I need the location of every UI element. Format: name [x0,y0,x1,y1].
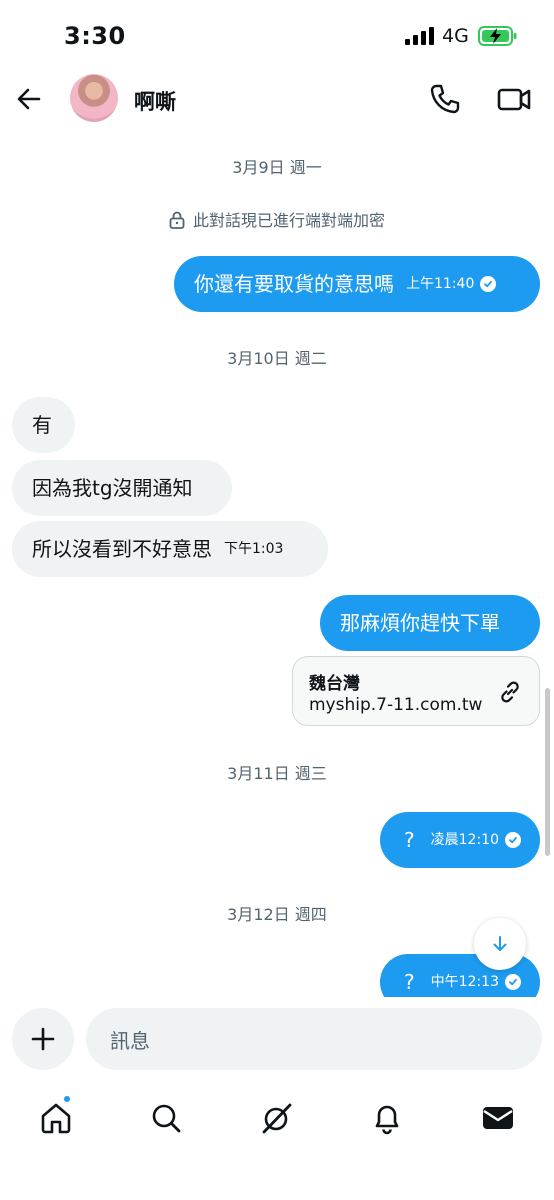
back-arrow-icon [17,88,41,110]
plus-icon [31,1027,55,1051]
lock-icon [169,211,185,229]
date-separator: 3月10日 週二 [227,349,327,368]
battery-charging-icon [478,26,517,46]
phone-icon[interactable] [428,82,462,116]
link-url: myship.7-11.com.tw [309,695,483,715]
grok-icon [262,1103,292,1134]
scroll-to-bottom-button[interactable] [474,918,526,970]
message-text: 因為我tg沒開通知 [32,476,193,500]
date-separator: 3月9日 週一 [232,158,322,177]
contact-name[interactable]: 啊嘶 [134,86,176,116]
check-circle-icon [504,974,521,990]
message-outgoing[interactable]: 那麻煩你趕快下單 [320,595,540,651]
network-type: 4G [442,25,469,47]
message-outgoing[interactable]: 你還有要取貨的意思嗎 上午11:40 [174,256,540,312]
message-time: 下午1:03 [224,541,284,557]
message-clip: ? 中午12:13 [0,940,554,997]
nav-home[interactable] [36,1098,76,1138]
notification-dot [62,1094,72,1104]
message-input[interactable]: 訊息 [86,1008,542,1070]
message-meta: 上午11:40 [406,276,497,292]
message-time: 上午11:40 [406,276,475,292]
message-time: 凌晨12:10 [430,832,499,848]
add-attachment-button[interactable] [12,1008,74,1070]
composer: 訊息 [0,998,554,1080]
message-meta: 凌晨12:10 [431,832,521,848]
search-icon [152,1104,181,1133]
encryption-text: 此對話現已進行端對端加密 [192,211,385,230]
video-icon[interactable] [496,82,532,116]
bottom-navigation [0,1080,554,1200]
nav-notifications[interactable] [367,1098,407,1138]
back-button[interactable] [12,82,46,116]
message-text: ? [404,970,415,994]
signal-icon [405,27,434,45]
check-circle-icon [504,832,521,848]
home-icon [41,1103,71,1134]
message-text: 你還有要取貨的意思嗎 [194,272,394,296]
message-outgoing[interactable]: ? 凌晨12:10 [380,812,540,868]
link-title: 魏台灣 [309,674,360,694]
message-incoming[interactable]: 有 [12,397,75,453]
arrow-down-icon [493,936,507,951]
message-time: 中午12:13 [430,974,499,990]
message-text: 有 [32,413,52,437]
nav-messages[interactable] [478,1098,518,1138]
date-separator: 3月12日 週四 [227,905,327,924]
check-circle-icon [480,276,497,292]
message-text: ? [404,828,415,852]
date-separator: 3月11日 週三 [227,764,327,783]
message-text: 所以沒看到不好意思 [32,537,212,561]
message-incoming[interactable]: 因為我tg沒開通知 [12,460,232,516]
mail-icon [483,1107,513,1129]
bell-icon [375,1105,399,1135]
message-meta: 中午12:13 [431,974,521,990]
status-bar: 3:30 4G [0,0,554,70]
status-time: 3:30 [64,22,126,50]
nav-search[interactable] [146,1098,186,1138]
avatar[interactable] [70,74,118,122]
link-preview-card[interactable]: 魏台灣 myship.7-11.com.tw [292,656,540,726]
message-text: 那麻煩你趕快下單 [340,611,500,635]
message-meta: 下午1:03 [224,542,283,556]
link-icon [501,681,519,703]
message-incoming[interactable]: 所以沒看到不好意思 下午1:03 [12,521,328,577]
nav-grok[interactable] [257,1098,297,1138]
conversation-header: 啊嘶 [0,70,554,130]
encryption-notice: 此對話現已進行端對端加密 [0,207,554,231]
